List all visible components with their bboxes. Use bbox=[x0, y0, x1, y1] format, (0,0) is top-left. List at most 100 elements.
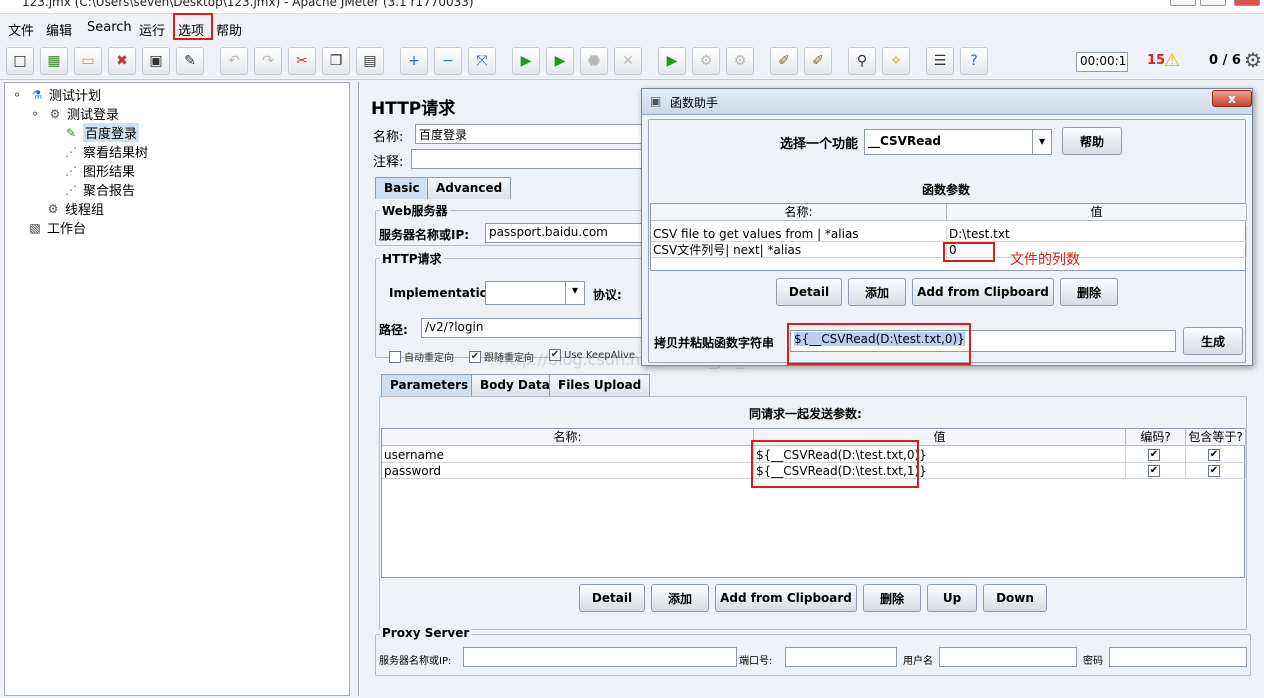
open-icon[interactable]: ▭ bbox=[74, 47, 102, 75]
clear-all-icon[interactable]: ✐ bbox=[804, 47, 832, 75]
generate-button[interactable]: 生成 bbox=[1183, 327, 1243, 355]
save-as-icon[interactable]: ✎ bbox=[176, 47, 204, 75]
auto-redirect-checkbox[interactable]: 自动重定向 bbox=[389, 349, 454, 364]
remote-shutdown-icon[interactable]: ⚙ bbox=[726, 47, 754, 75]
table-row-encode[interactable]: ✔ bbox=[1126, 447, 1186, 463]
redo-icon[interactable]: ↷ bbox=[254, 47, 282, 75]
table-row-value[interactable]: 0 bbox=[947, 242, 1247, 258]
tree-node-login-group[interactable]: ⚬ ⚙ 测试登录 bbox=[27, 104, 119, 124]
menu-edit[interactable]: 编辑 bbox=[46, 20, 72, 39]
tree-node-workbench[interactable]: ▧ 工作台 bbox=[27, 218, 86, 238]
tree-node-graph-results[interactable]: ⋰ 图形结果 bbox=[63, 161, 135, 181]
tree-node-thread-group[interactable]: ⚙ 线程组 bbox=[45, 199, 104, 219]
proxy-port-label: 端口号: bbox=[739, 656, 773, 667]
shutdown-icon[interactable]: ✕ bbox=[614, 47, 642, 75]
chevron-down-icon[interactable]: ▾ bbox=[565, 281, 585, 305]
name-field[interactable]: 百度登录 bbox=[415, 124, 645, 144]
detail-button[interactable]: Detail bbox=[579, 584, 645, 612]
maximize-button[interactable] bbox=[1200, 0, 1226, 6]
tab-parameters[interactable]: Parameters bbox=[381, 374, 478, 396]
help-icon[interactable]: ? bbox=[960, 47, 988, 75]
table-row-value[interactable]: ${__CSVRead(D:\test.txt,1)} bbox=[754, 463, 1126, 479]
delete-button[interactable]: 删除 bbox=[863, 584, 921, 612]
dialog-icon: ▣ bbox=[650, 94, 662, 108]
proxy-password-field[interactable] bbox=[1109, 647, 1247, 667]
add-from-clipboard-button[interactable]: Add from Clipboard bbox=[912, 278, 1054, 306]
tab-advanced[interactable]: Advanced bbox=[427, 177, 512, 199]
toggle-icon[interactable]: ⤧ bbox=[468, 47, 496, 75]
tab-files-upload[interactable]: Files Upload bbox=[549, 374, 651, 396]
server-field[interactable]: passport.baidu.com bbox=[485, 223, 643, 243]
detail-button[interactable]: Detail bbox=[776, 278, 842, 306]
proxy-port-field[interactable] bbox=[785, 647, 897, 667]
table-row-value[interactable]: ${__CSVRead(D:\test.txt,0)} bbox=[754, 447, 1126, 463]
close-icon[interactable]: x bbox=[1212, 90, 1252, 107]
table-row-include[interactable]: ✔ bbox=[1186, 447, 1246, 463]
add-button[interactable]: 添加 bbox=[651, 584, 709, 612]
warning-icon[interactable]: ⚠ bbox=[1164, 50, 1180, 71]
remote-start-icon[interactable]: ▶ bbox=[658, 47, 686, 75]
down-button[interactable]: Down bbox=[983, 584, 1047, 612]
proxy-user-field[interactable] bbox=[939, 647, 1077, 667]
table-row-encode[interactable]: ✔ bbox=[1126, 463, 1186, 479]
tree-node-aggregate-report[interactable]: ⋰ 聚合报告 bbox=[63, 180, 135, 200]
table-row-name[interactable]: CSV file to get values from | *alias bbox=[651, 226, 947, 242]
table-row-name[interactable]: username bbox=[382, 447, 754, 463]
start-icon[interactable]: ▶ bbox=[512, 47, 540, 75]
save-icon[interactable]: ▣ bbox=[142, 47, 170, 75]
workbench-icon: ▧ bbox=[29, 220, 41, 235]
new-icon[interactable]: □ bbox=[6, 47, 34, 75]
close-window-button[interactable] bbox=[1234, 0, 1260, 6]
delete-button[interactable]: 删除 bbox=[1060, 278, 1118, 306]
table-row-include[interactable]: ✔ bbox=[1186, 463, 1246, 479]
proxy-host-field[interactable] bbox=[463, 647, 737, 667]
tree-toggle-icon[interactable]: ⚬ bbox=[9, 87, 25, 103]
table-row-name[interactable]: CSV文件列号| next| *alias bbox=[651, 242, 947, 258]
collapse-icon[interactable]: − bbox=[434, 47, 462, 75]
copy-paste-label: 拷贝并粘贴函数字符串 bbox=[654, 336, 775, 350]
table-row-name[interactable]: password bbox=[382, 463, 754, 479]
menu-options[interactable]: 选项 bbox=[178, 20, 204, 39]
up-button[interactable]: Up bbox=[927, 584, 977, 612]
tab-body-data[interactable]: Body Data bbox=[471, 374, 559, 396]
search-icon[interactable]: ⚲ bbox=[848, 47, 876, 75]
copy-icon[interactable]: ❐ bbox=[322, 47, 350, 75]
close-file-icon[interactable]: ✖ bbox=[108, 47, 136, 75]
tab-basic[interactable]: Basic bbox=[375, 177, 429, 199]
function-helper-icon[interactable]: ☰ bbox=[926, 47, 954, 75]
choose-function-label: 选择一个功能 bbox=[780, 137, 859, 152]
menu-file[interactable]: 文件 bbox=[8, 20, 34, 39]
menu-run[interactable]: 运行 bbox=[139, 20, 165, 39]
remote-stop-icon[interactable]: ⚙ bbox=[692, 47, 720, 75]
function-string-field[interactable]: ${__CSVRead(D:\test.txt,0)} bbox=[790, 330, 1176, 352]
reset-search-icon[interactable]: ✧ bbox=[882, 47, 910, 75]
implementation-select[interactable] bbox=[485, 281, 567, 305]
minimize-button[interactable] bbox=[1170, 0, 1196, 6]
paste-icon[interactable]: ▤ bbox=[356, 47, 384, 75]
cut-icon[interactable]: ✂ bbox=[288, 47, 316, 75]
tree-node-baidu-login[interactable]: ✎ 百度登录 bbox=[63, 123, 140, 142]
stop-icon[interactable]: ⬣ bbox=[580, 47, 608, 75]
add-button[interactable]: 添加 bbox=[848, 278, 906, 306]
params-table: 名称: 值 编码? 包含等于? username ${__CSVRead(D:\… bbox=[381, 428, 1246, 578]
start-no-pauses-icon[interactable]: ▶ bbox=[546, 47, 574, 75]
help-button[interactable]: 帮助 bbox=[1062, 127, 1122, 155]
table-row-value[interactable]: D:\test.txt bbox=[947, 226, 1247, 242]
expand-icon[interactable]: + bbox=[400, 47, 428, 75]
path-field[interactable]: /v2/?login bbox=[421, 318, 643, 338]
menu-search[interactable]: Search bbox=[87, 20, 132, 35]
pipette-icon: ✎ bbox=[65, 125, 77, 140]
clear-icon[interactable]: ✐ bbox=[770, 47, 798, 75]
templates-icon[interactable]: ▦ bbox=[40, 47, 68, 75]
menu-help[interactable]: 帮助 bbox=[216, 20, 242, 39]
chevron-down-icon[interactable]: ▾ bbox=[1032, 129, 1052, 155]
comment-field[interactable] bbox=[411, 149, 645, 169]
add-from-clipboard-button[interactable]: Add from Clipboard bbox=[715, 584, 857, 612]
tree-node-test-plan[interactable]: ⚬ ⚗ 测试计划 bbox=[9, 85, 101, 105]
protocol-label: 协议: bbox=[593, 288, 622, 302]
warning-count: 15 bbox=[1147, 53, 1166, 68]
tree-toggle-icon[interactable]: ⚬ bbox=[27, 106, 43, 122]
undo-icon[interactable]: ↶ bbox=[220, 47, 248, 75]
tree-node-results-tree[interactable]: ⋰ 察看结果树 bbox=[63, 142, 148, 162]
function-select[interactable]: __CSVRead bbox=[864, 129, 1034, 155]
